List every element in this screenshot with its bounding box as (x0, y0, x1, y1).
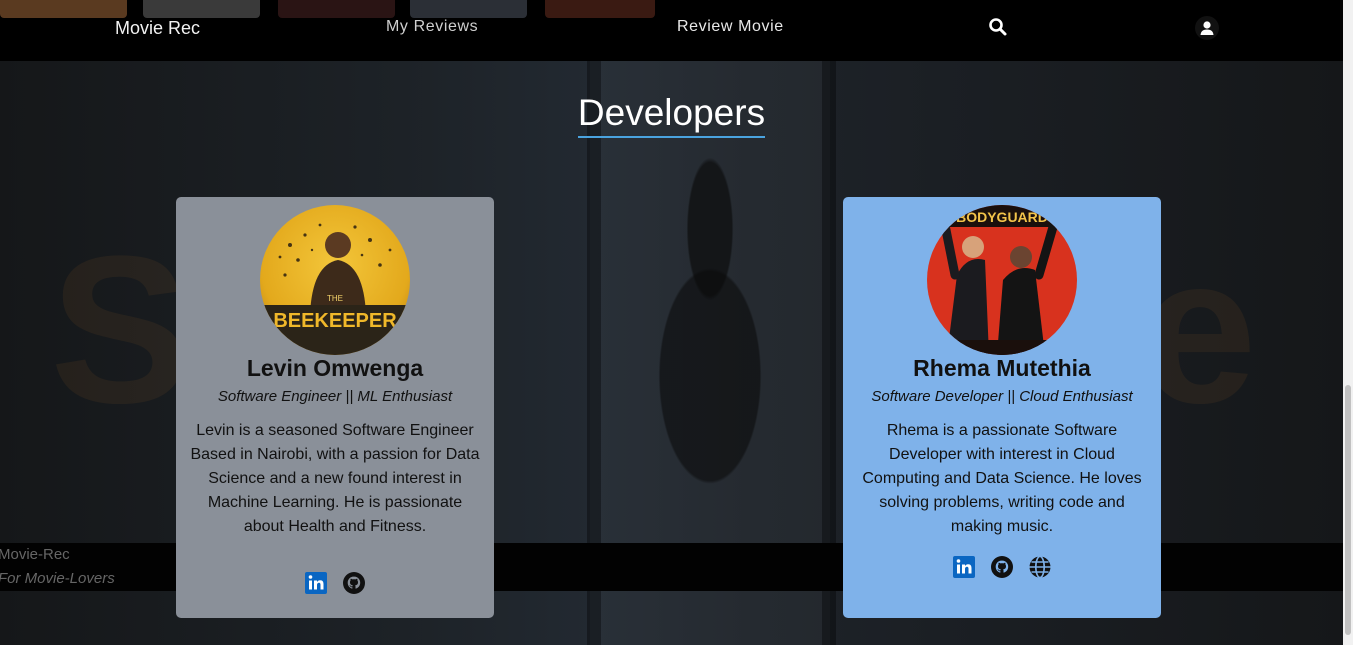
svg-text:BEEKEEPER: BEEKEEPER (273, 310, 397, 332)
page-heading-wrap: Developers (0, 92, 1343, 138)
developer-name: Rhema Mutethia (913, 355, 1091, 381)
svg-text:THE: THE (327, 294, 343, 303)
developer-name: Levin Omwenga (246, 355, 424, 381)
poster-strip-thumb (143, 0, 260, 18)
avatar: THE BEEKEEPER (260, 205, 410, 355)
scrollbar-thumb[interactable] (1345, 385, 1351, 635)
avatar: BODYGUARD (927, 205, 1077, 355)
social-links (843, 555, 1161, 579)
background-figure (600, 145, 820, 565)
developer-card: THE BEEKEEPER Levin Omwenga Software Eng… (176, 197, 494, 618)
search-icon[interactable] (988, 17, 1010, 39)
linkedin-icon[interactable] (952, 555, 976, 579)
footer-title: Movie-Rec (0, 546, 70, 563)
footer-tagline: For Movie-Lovers (0, 570, 115, 587)
developer-bio: Levin is a seasoned Software Engineer Ba… (190, 422, 480, 535)
github-icon[interactable] (990, 555, 1014, 579)
developer-card: BODYGUARD Rhema Mutethia Software Develo… (843, 197, 1161, 618)
globe-icon[interactable] (1028, 555, 1052, 579)
poster-strip-thumb (278, 0, 395, 18)
top-navbar: Movie Rec My Reviews Review Movie (0, 0, 1343, 61)
developer-bio: Rhema is a passionate Software Developer… (862, 422, 1142, 535)
developer-role: Software Developer || Cloud Enthusiast (871, 388, 1133, 405)
poster-strip-thumb (410, 0, 527, 18)
poster-strip-thumb (545, 0, 655, 18)
page-title: Developers (577, 92, 766, 138)
nav-review-movie[interactable]: Review Movie (677, 18, 784, 36)
brand-link[interactable]: Movie Rec (115, 18, 200, 39)
nav-my-reviews[interactable]: My Reviews (386, 18, 478, 36)
user-icon[interactable] (1195, 16, 1219, 40)
social-links (176, 571, 494, 595)
github-icon[interactable] (342, 571, 366, 595)
background-letter: S (50, 212, 191, 447)
page-scrollbar[interactable] (1343, 0, 1353, 645)
poster-strip-thumb (0, 0, 127, 18)
linkedin-icon[interactable] (304, 571, 328, 595)
developer-role: Software Engineer || ML Enthusiast (217, 388, 453, 405)
svg-text:BODYGUARD: BODYGUARD (956, 209, 1048, 225)
